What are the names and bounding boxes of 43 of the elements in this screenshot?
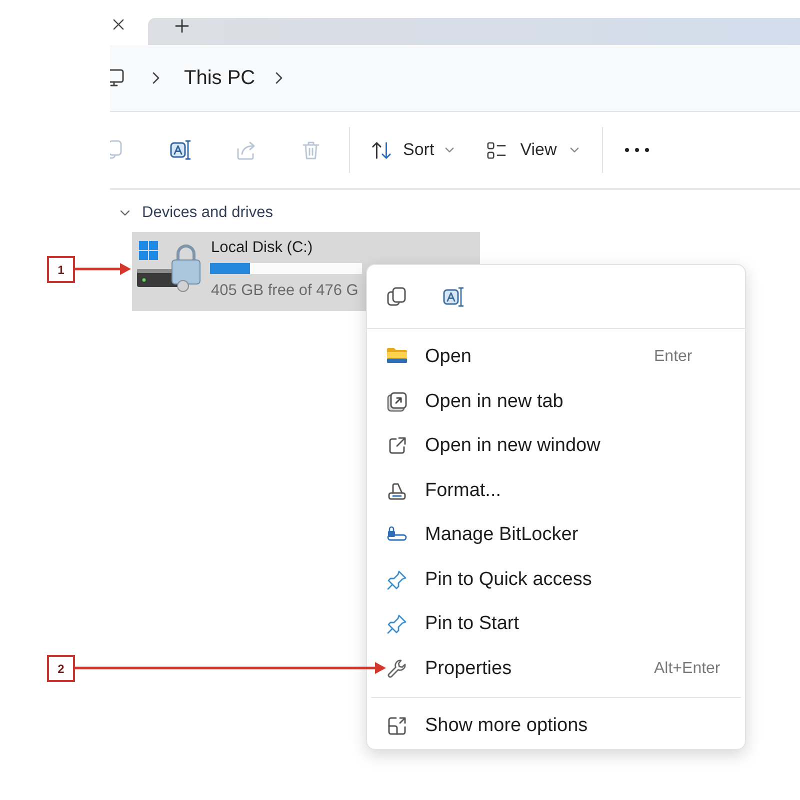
shortcut-hint: Alt+Enter — [654, 658, 722, 679]
trash-icon — [300, 139, 322, 161]
section-header[interactable]: Devices and drives — [120, 204, 273, 222]
sort-icon — [371, 140, 392, 160]
view-icon — [486, 140, 508, 160]
menu-item[interactable]: Open Enter — [371, 335, 741, 380]
menu-item[interactable]: Pin to Start — [371, 602, 741, 646]
menu-item[interactable]: Format... — [371, 468, 741, 513]
chevron-icon — [275, 72, 284, 84]
copy-icon — [110, 139, 124, 161]
share-icon — [235, 139, 257, 161]
pin-icon — [386, 568, 408, 591]
sort-button[interactable]: Sort — [364, 130, 462, 170]
callout-number: 2 — [47, 655, 75, 682]
menu-item[interactable]: Open in new window — [371, 424, 741, 468]
rename-icon — [442, 286, 464, 308]
drive-icon — [137, 239, 201, 292]
chevron-icon — [120, 208, 130, 218]
pin-icon — [386, 613, 408, 636]
view-button[interactable]: View — [479, 130, 586, 170]
plus-icon[interactable] — [175, 19, 189, 33]
close-icon[interactable] — [113, 19, 124, 30]
chevron-icon — [152, 72, 160, 84]
menu-item[interactable]: Open in new tab — [371, 380, 741, 424]
callout-arrow — [75, 262, 131, 276]
free-space-text: 405 GB free of 476 G — [211, 282, 360, 300]
wrench-icon — [386, 658, 408, 680]
drive-name: Local Disk (C:) — [211, 239, 314, 257]
expand-icon — [386, 715, 408, 738]
caret-icon — [445, 147, 454, 153]
shortcut-hint: Enter — [654, 347, 694, 368]
breadcrumb-link[interactable]: This PC — [184, 63, 256, 93]
menu-item[interactable]: Manage BitLocker — [371, 513, 741, 558]
more-icon — [624, 147, 650, 153]
copy-icon — [386, 286, 408, 308]
menu-item[interactable]: Pin to Quick access — [371, 558, 741, 602]
caret-icon — [570, 147, 579, 153]
callout-number: 1 — [47, 256, 75, 283]
menu-item[interactable]: Show more options — [371, 704, 741, 748]
arrow-square-icon — [386, 390, 408, 413]
monitor-icon — [110, 69, 124, 87]
rename-icon — [169, 139, 191, 161]
menu-item[interactable]: Properties Alt+Enter — [371, 646, 741, 691]
